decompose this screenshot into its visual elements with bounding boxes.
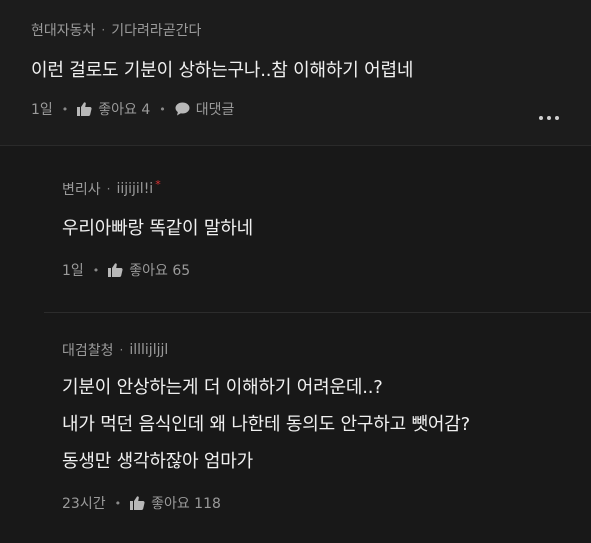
like-button[interactable]: 좋아요 4 <box>77 99 150 119</box>
reply-time: 23시간 <box>62 496 106 512</box>
reply-text-line: 동생만 생각하잖아 엄마가 <box>62 451 254 472</box>
reply-body: 우리아빠랑 똑같이 말하네 <box>62 210 253 247</box>
speech-bubble-icon <box>175 102 190 116</box>
section-divider <box>0 145 591 146</box>
more-options-button[interactable] <box>535 112 563 124</box>
comment-body: 이런 걸로도 기분이 상하는구나..참 이해하기 어렵네 <box>31 52 413 89</box>
reply-label: 대댓글 <box>195 102 235 118</box>
action-separator: • <box>92 263 100 277</box>
more-dots-icon <box>555 116 559 120</box>
more-dots-icon <box>539 116 543 120</box>
reply-text-line: 내가 먹던 음식인데 왜 나한테 동의도 안구하고 뺏어감? <box>62 414 470 435</box>
like-count: 좋아요 118 <box>151 496 221 512</box>
reply-meta: 변리사 · iijijil!i * <box>62 177 161 199</box>
author-handle[interactable]: illlijljjl <box>129 342 168 358</box>
comment-meta: 현대자동차 · 기다려라곧간다 <box>31 20 201 40</box>
author-name[interactable]: 변리사 <box>62 179 101 199</box>
like-button[interactable]: 좋아요 65 <box>108 260 190 280</box>
meta-separator: · <box>101 23 106 37</box>
action-separator: • <box>114 496 122 510</box>
badge-mark: * <box>155 177 161 191</box>
thumbs-up-icon <box>130 496 145 510</box>
author-name[interactable]: 대검찰청 <box>62 340 114 360</box>
reply-text-line: 우리아빠랑 똑같이 말하네 <box>62 218 254 239</box>
author-handle[interactable]: 기다려라곧간다 <box>111 20 201 40</box>
more-dots-icon <box>547 116 551 120</box>
like-count: 좋아요 65 <box>129 263 191 279</box>
reply-meta: 대검찰청 · illlijljjl <box>62 340 168 360</box>
reply-body: 기분이 안상하는게 더 이해하기 어려운데..? 내가 먹던 음식인데 왜 나한… <box>62 369 470 480</box>
thumbs-up-icon <box>77 102 92 116</box>
meta-separator: · <box>106 182 111 196</box>
reply-actions: 1일 • 좋아요 65 <box>62 260 190 280</box>
reply-divider <box>44 312 591 313</box>
like-button[interactable]: 좋아요 118 <box>130 493 221 513</box>
reply-actions: 23시간 • 좋아요 118 <box>62 493 221 513</box>
reply-button[interactable]: 대댓글 <box>175 99 235 119</box>
action-separator: • <box>159 102 166 116</box>
author-handle[interactable]: iijijil!i <box>116 181 153 197</box>
meta-separator: · <box>119 343 124 357</box>
comment-text-line: 이런 걸로도 기분이 상하는구나..참 이해하기 어렵네 <box>31 60 414 81</box>
comment-actions: 1일 • 좋아요 4 • 대댓글 <box>31 99 234 119</box>
comment-thread: 현대자동차 · 기다려라곧간다 이런 걸로도 기분이 상하는구나..참 이해하기… <box>0 0 591 543</box>
reply-text-line: 기분이 안상하는게 더 이해하기 어려운데..? <box>62 377 383 398</box>
comment-time: 1일 <box>31 102 53 118</box>
like-count: 좋아요 4 <box>98 102 151 118</box>
action-separator: • <box>61 102 69 116</box>
thumbs-up-icon <box>108 263 123 277</box>
comment: 현대자동차 · 기다려라곧간다 이런 걸로도 기분이 상하는구나..참 이해하기… <box>0 0 591 145</box>
reply-time: 1일 <box>62 263 84 279</box>
author-name[interactable]: 현대자동차 <box>31 20 95 40</box>
